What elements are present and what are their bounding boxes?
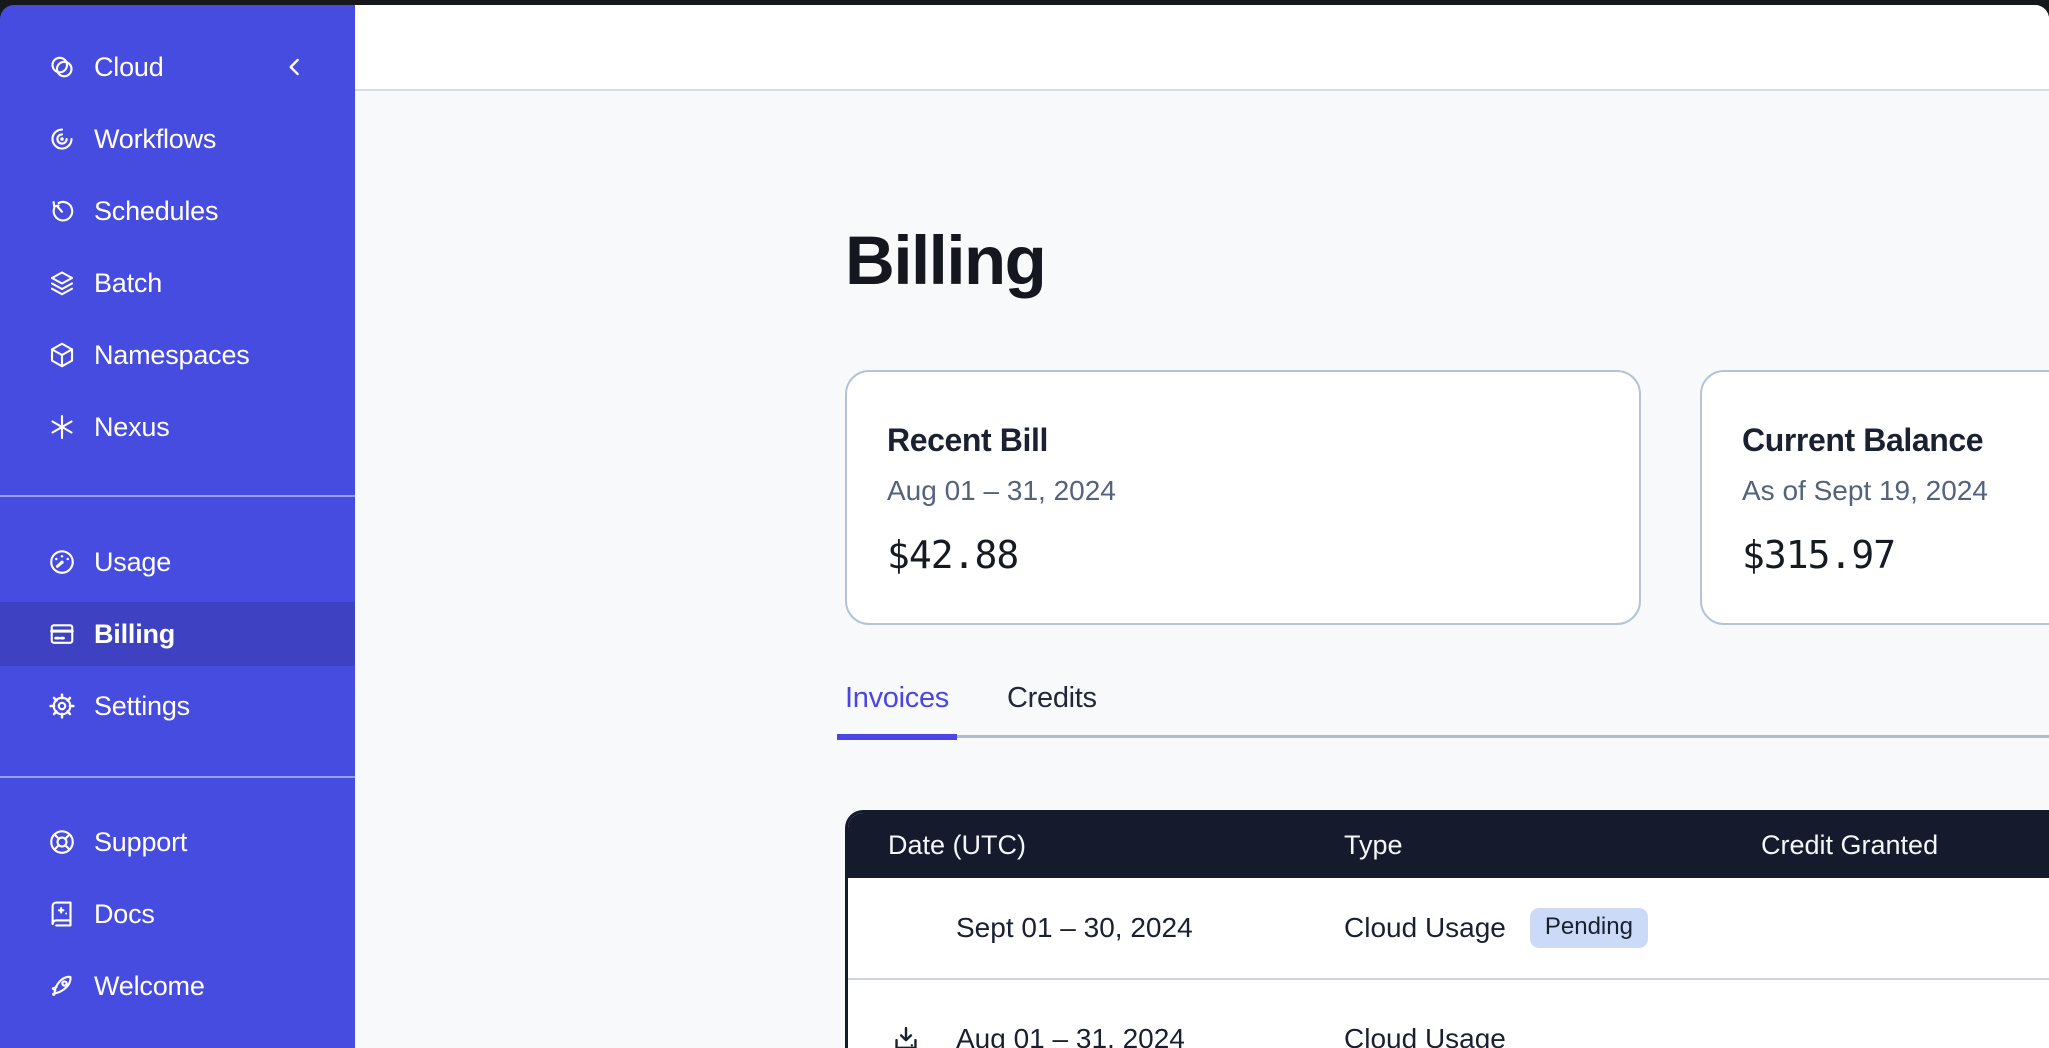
- app-window: Cloud Workflows Schedules Batch: [0, 0, 2049, 1048]
- empty-icon-slot: [888, 910, 924, 946]
- collapse-sidebar-icon[interactable]: [280, 52, 310, 82]
- sidebar-divider: [0, 495, 355, 497]
- sidebar-item-schedules[interactable]: Schedules: [0, 179, 355, 243]
- table-header-row: Date (UTC) Type Credit Granted: [848, 813, 2049, 878]
- billing-tabs: Invoices Credits: [845, 680, 2049, 738]
- invoice-type: Cloud Usage: [1344, 1023, 1506, 1048]
- billing-content: Billing Recent Bill Aug 01 – 31, 2024 $4…: [845, 95, 2049, 1048]
- card-amount: $42.88: [887, 533, 1599, 577]
- schedules-icon: [47, 196, 77, 226]
- sidebar-item-label: Welcome: [94, 971, 205, 1002]
- sidebar-divider: [0, 776, 355, 778]
- main-area: Billing Recent Bill Aug 01 – 31, 2024 $4…: [355, 5, 2049, 1048]
- sidebar: Cloud Workflows Schedules Batch: [0, 5, 355, 1048]
- sidebar-item-label: Billing: [94, 619, 175, 650]
- sidebar-item-label: Support: [94, 827, 187, 858]
- sidebar-item-label: Workflows: [94, 124, 216, 155]
- top-bar: [355, 5, 2049, 91]
- table-row: Aug 01 – 31, 2024 Cloud Usage: [848, 978, 2049, 1048]
- sidebar-item-support[interactable]: Support: [0, 810, 355, 874]
- sidebar-item-batch[interactable]: Batch: [0, 251, 355, 315]
- column-header-date: Date (UTC): [848, 830, 1304, 861]
- batch-layers-icon: [47, 268, 77, 298]
- sidebar-item-label: Settings: [94, 691, 190, 722]
- current-balance-card: Current Balance As of Sept 19, 2024 $315…: [1700, 370, 2049, 625]
- settings-gear-icon: [47, 691, 77, 721]
- date-cell: Sept 01 – 30, 2024: [848, 910, 1304, 946]
- invoices-table: Date (UTC) Type Credit Granted Sept 01 –…: [845, 810, 2049, 1048]
- card-title: Current Balance: [1742, 422, 2049, 459]
- tab-invoices[interactable]: Invoices: [837, 680, 957, 740]
- sidebar-item-settings[interactable]: Settings: [0, 674, 355, 738]
- card-as-of-date: As of Sept 19, 2024: [1742, 475, 2049, 507]
- sidebar-item-usage[interactable]: Usage: [0, 530, 355, 594]
- sidebar-item-label: Docs: [94, 899, 155, 930]
- card-amount: $315.97: [1742, 533, 2049, 577]
- page-title: Billing: [845, 223, 2049, 299]
- card-date-range: Aug 01 – 31, 2024: [887, 475, 1599, 507]
- workflows-icon: [47, 124, 77, 154]
- welcome-rocket-icon: [47, 971, 77, 1001]
- recent-bill-card: Recent Bill Aug 01 – 31, 2024 $42.88: [845, 370, 1641, 625]
- type-cell: Cloud Usage Pending: [1304, 908, 1721, 948]
- sidebar-item-label: Schedules: [94, 196, 218, 227]
- type-cell: Cloud Usage: [1304, 1023, 1721, 1048]
- tab-credits[interactable]: Credits: [999, 680, 1105, 740]
- column-header-type: Type: [1304, 830, 1721, 861]
- brand-label: Cloud: [94, 52, 164, 83]
- sidebar-item-docs[interactable]: Docs: [0, 882, 355, 946]
- table-row: Sept 01 – 30, 2024 Cloud Usage Pending: [848, 878, 2049, 978]
- sidebar-item-label: Batch: [94, 268, 162, 299]
- sidebar-item-workflows[interactable]: Workflows: [0, 107, 355, 171]
- sidebar-item-label: Usage: [94, 547, 171, 578]
- sidebar-brand-cloud[interactable]: Cloud: [0, 35, 355, 99]
- sidebar-item-label: Namespaces: [94, 340, 250, 371]
- nexus-asterisk-icon: [47, 412, 77, 442]
- sidebar-item-billing[interactable]: Billing: [0, 602, 355, 666]
- column-header-credit-granted: Credit Granted: [1721, 830, 2049, 861]
- billing-card-icon: [47, 619, 77, 649]
- card-title: Recent Bill: [887, 422, 1599, 459]
- sidebar-item-nexus[interactable]: Nexus: [0, 395, 355, 459]
- temporal-logo-icon: [47, 52, 77, 82]
- sidebar-item-namespaces[interactable]: Namespaces: [0, 323, 355, 387]
- invoice-date: Sept 01 – 30, 2024: [956, 912, 1193, 944]
- usage-gauge-icon: [47, 547, 77, 577]
- namespaces-cube-icon: [47, 340, 77, 370]
- sidebar-item-welcome[interactable]: Welcome: [0, 954, 355, 1018]
- date-cell: Aug 01 – 31, 2024: [848, 1021, 1304, 1048]
- sidebar-item-label: Nexus: [94, 412, 170, 443]
- download-invoice-icon[interactable]: [888, 1021, 924, 1048]
- support-lifebuoy-icon: [47, 827, 77, 857]
- status-badge: Pending: [1530, 908, 1648, 948]
- docs-book-icon: [47, 899, 77, 929]
- summary-cards: Recent Bill Aug 01 – 31, 2024 $42.88 Cur…: [845, 370, 2049, 625]
- invoice-date: Aug 01 – 31, 2024: [956, 1023, 1185, 1048]
- invoice-type: Cloud Usage: [1344, 912, 1506, 944]
